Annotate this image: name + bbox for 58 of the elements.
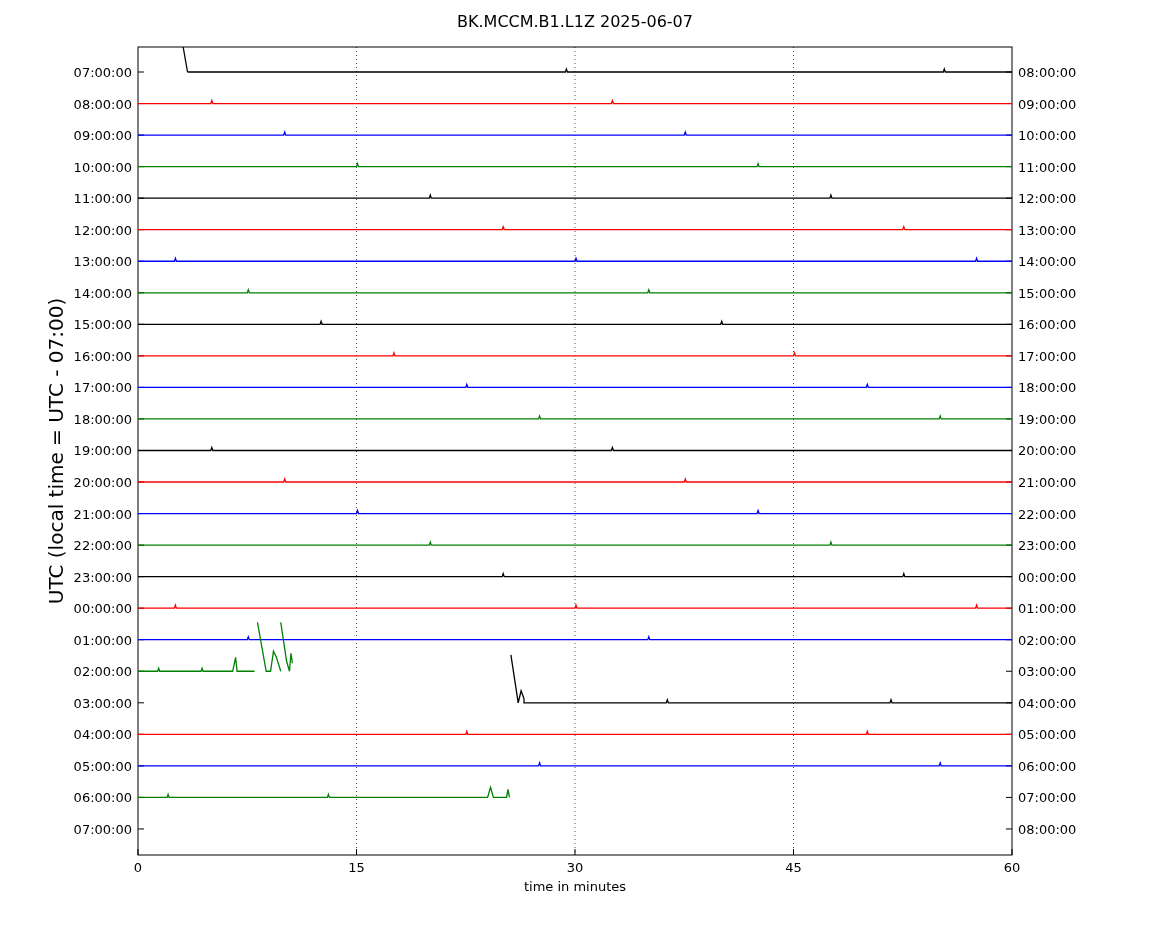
right-time-label: 23:00:00 — [1018, 538, 1077, 554]
right-time-label: 10:00:00 — [1018, 128, 1077, 144]
left-time-label: 07:00:00 — [73, 65, 132, 80]
right-time-label: 18:00:00 — [1018, 380, 1077, 396]
left-time-label: 14:00:00 — [73, 285, 132, 301]
right-time-label: 09:00:00 — [1018, 96, 1077, 112]
left-time-label: 22:00:00 — [73, 538, 132, 554]
left-time-label: 06:00:00 — [73, 790, 132, 806]
right-time-label: 05:00:00 — [1018, 727, 1077, 743]
right-time-label: 04:00:00 — [1018, 695, 1077, 711]
left-time-label: 04:00:00 — [73, 727, 132, 743]
left-time-label: 21:00:00 — [73, 506, 132, 522]
right-time-label: 15:00:00 — [1018, 285, 1077, 301]
x-tick-label: 0 — [133, 860, 143, 875]
left-time-label: 08:00:00 — [73, 96, 132, 112]
right-time-label: 08:00:00 — [1018, 821, 1077, 837]
right-time-label: 03:00:00 — [1018, 664, 1077, 680]
left-time-label: 01:00:00 — [73, 632, 132, 648]
left-time-label: 18:00:00 — [73, 411, 132, 427]
right-time-label: 14:00:00 — [1018, 254, 1077, 270]
right-time-label: 02:00:00 — [1018, 632, 1077, 648]
right-time-label: 21:00:00 — [1018, 475, 1077, 490]
x-axis-label: time in minutes — [523, 879, 627, 894]
x-tick-label: 30 — [566, 860, 584, 875]
right-time-label: 12:00:00 — [1018, 191, 1077, 207]
right-time-label: 07:00:00 — [1018, 790, 1077, 806]
left-time-label: 07:00:00 — [73, 821, 132, 837]
left-time-label: 17:00:00 — [73, 380, 132, 396]
x-tick-label: 60 — [1003, 860, 1021, 875]
right-time-label: 11:00:00 — [1018, 159, 1077, 175]
left-time-label: 15:00:00 — [73, 317, 132, 333]
right-time-label: 06:00:00 — [1018, 758, 1077, 774]
left-time-label: 10:00:00 — [73, 159, 132, 175]
left-time-label: 23:00:00 — [73, 569, 132, 585]
left-time-label: 12:00:00 — [73, 222, 132, 238]
left-time-label: 03:00:00 — [73, 695, 132, 711]
right-time-label: 17:00:00 — [1018, 348, 1077, 364]
left-time-label: 11:00:00 — [73, 191, 132, 207]
left-time-label: 13:00:00 — [73, 254, 132, 270]
left-time-label: 02:00:00 — [73, 664, 132, 680]
right-time-label: 16:00:00 — [1018, 317, 1077, 333]
right-time-label: 22:00:00 — [1018, 506, 1077, 522]
right-time-label: 20:00:00 — [1018, 443, 1077, 459]
left-time-label: 19:00:00 — [73, 443, 132, 459]
right-time-label: 19:00:00 — [1018, 411, 1077, 427]
chart-title: BK.MCCM.B1.L1Z 2025-06-07 — [457, 12, 693, 31]
left-time-label: 20:00:00 — [73, 475, 132, 490]
right-time-label: 08:00:00 — [1018, 65, 1077, 80]
left-time-label: 00:00:00 — [73, 601, 132, 617]
x-tick-label: 45 — [785, 860, 802, 875]
left-time-label: 05:00:00 — [73, 758, 132, 774]
left-time-label: 16:00:00 — [73, 348, 132, 364]
left-time-label: 09:00:00 — [73, 128, 132, 144]
y-axis-label: UTC (local time = UTC - 07:00) — [44, 297, 68, 605]
right-time-label: 00:00:00 — [1018, 569, 1077, 585]
right-time-label: 01:00:00 — [1018, 601, 1077, 617]
x-tick-label: 15 — [348, 860, 365, 875]
right-time-label: 13:00:00 — [1018, 222, 1077, 238]
